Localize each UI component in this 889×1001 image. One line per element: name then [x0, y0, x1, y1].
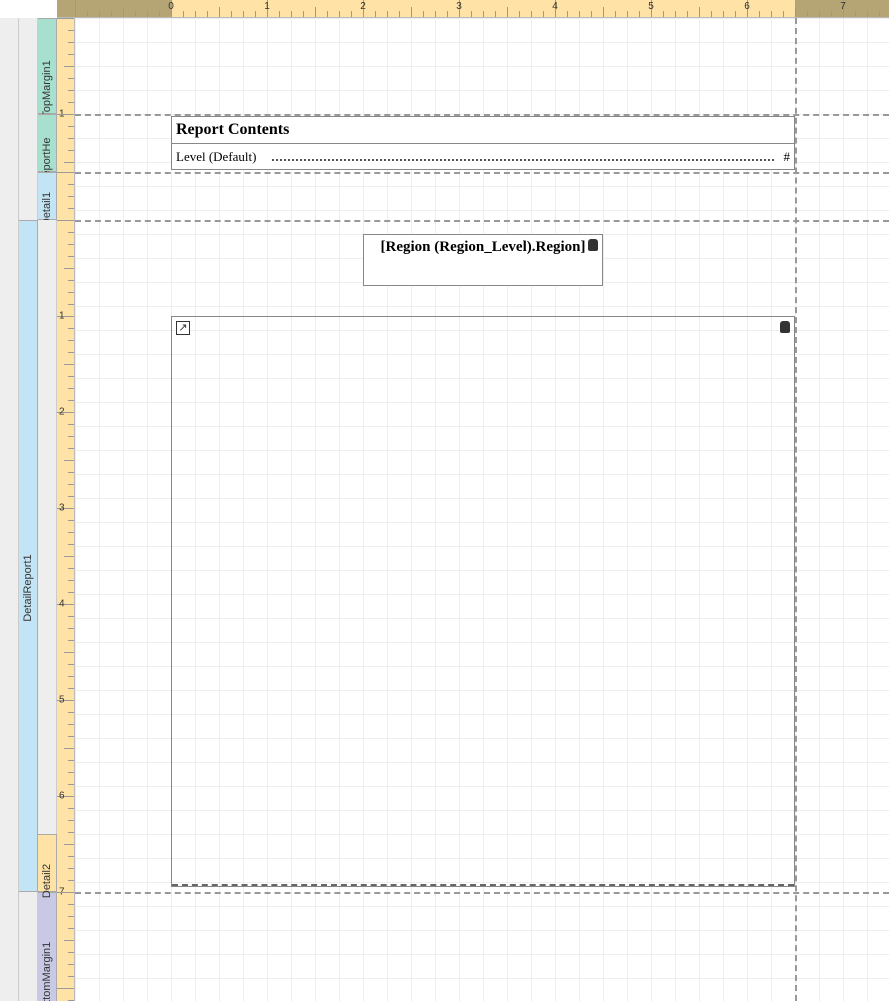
smart-tag-icon[interactable] — [780, 321, 790, 333]
vertical-ruler[interactable]: 11234567 — [57, 18, 75, 1001]
band-header-bottommargin1[interactable]: BottomMargin1 — [38, 892, 57, 1001]
band-label: Detail2 — [41, 863, 53, 897]
band-header-detail2[interactable]: Detail2 — [38, 834, 57, 892]
design-surface[interactable]: Report Contents Level (Default) # [Regio… — [75, 18, 889, 1001]
h-ruler-number: 4 — [552, 1, 558, 12]
toc-page-marker: # — [784, 149, 791, 165]
toc-leader-dots — [272, 159, 774, 161]
band-divider[interactable] — [75, 172, 889, 174]
report-header-divider — [172, 143, 794, 144]
v-ruler-number: 6 — [59, 790, 65, 801]
h-ruler-number: 1 — [264, 1, 270, 12]
h-ruler-number: 5 — [648, 1, 654, 12]
paper-right-edge — [795, 18, 797, 1001]
band-label: DetailReport1 — [22, 554, 34, 621]
band-header-detail1[interactable]: Detail1 — [38, 172, 57, 220]
smart-tag-icon[interactable] — [588, 239, 598, 251]
region-binding-box[interactable]: [Region (Region_Level).Region] — [363, 234, 603, 286]
h-ruler-number: 6 — [744, 1, 750, 12]
subreport-placeholder[interactable] — [171, 316, 795, 887]
band-header-detailreport1[interactable]: DetailReport1 — [19, 220, 38, 892]
v-ruler-number: 4 — [59, 598, 65, 609]
band-divider[interactable] — [75, 114, 889, 116]
expand-icon[interactable] — [176, 321, 190, 335]
toc-level-label: Level (Default) — [176, 149, 256, 165]
report-header-box[interactable]: Report Contents Level (Default) # — [171, 116, 795, 170]
region-binding-text: [Region (Region_Level).Region] — [381, 239, 586, 255]
band-header-reportheader[interactable]: ReportHe — [38, 114, 57, 172]
band-header-topmargin1[interactable]: TopMargin1 — [38, 18, 57, 114]
v-ruler-number: 3 — [59, 502, 65, 513]
horizontal-ruler[interactable]: 0 1 2 3 4 5 6 7 — [57, 0, 889, 18]
v-ruler-number: 2 — [59, 406, 65, 417]
h-ruler-number: 3 — [456, 1, 462, 12]
h-ruler-number: 0 — [168, 1, 174, 12]
band-label: BottomMargin1 — [41, 942, 53, 1001]
band-divider[interactable] — [75, 220, 889, 222]
report-title-label: Report Contents — [176, 121, 289, 139]
v-ruler-number: 1 — [59, 310, 65, 321]
h-ruler-number: 7 — [840, 1, 846, 12]
band-label-columns: DetailReport1 TopMargin1ReportHeDetail1 B… — [0, 18, 57, 1001]
band-label: TopMargin1 — [41, 60, 53, 117]
band-divider[interactable] — [75, 892, 889, 894]
v-ruler-number: 5 — [59, 694, 65, 705]
subreport-bottom-dashed — [172, 884, 794, 886]
h-ruler-number: 2 — [360, 1, 366, 12]
